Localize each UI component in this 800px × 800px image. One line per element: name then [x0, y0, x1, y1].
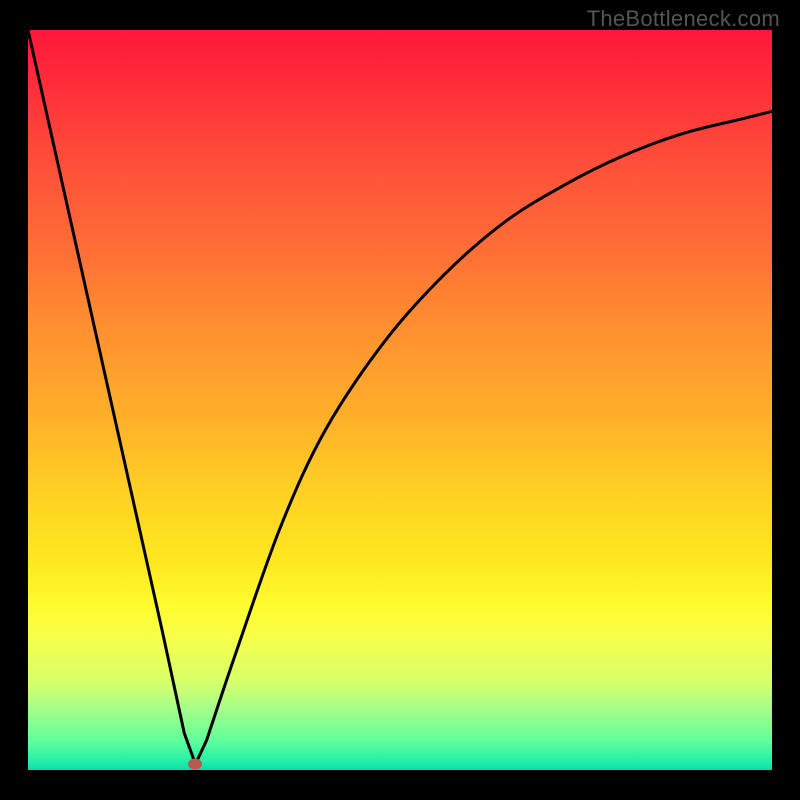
bottleneck-curve	[28, 30, 772, 770]
minimum-marker	[188, 759, 202, 770]
plot-area	[28, 30, 772, 770]
watermark-text: TheBottleneck.com	[587, 6, 780, 32]
